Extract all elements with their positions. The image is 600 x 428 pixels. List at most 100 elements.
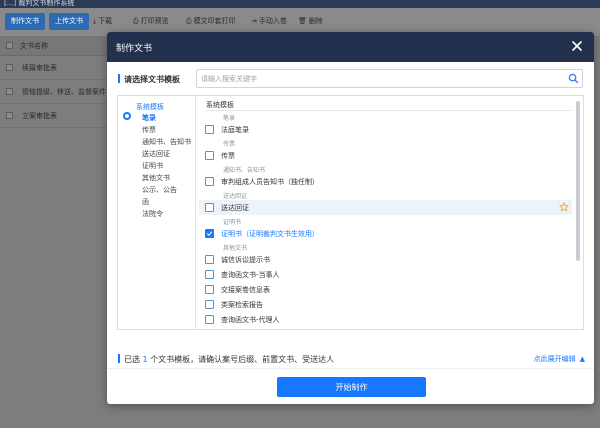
close-icon[interactable] bbox=[569, 38, 585, 54]
group-label: 送达回证 bbox=[223, 193, 248, 200]
tree-item-bilu[interactable]: 笔录 bbox=[142, 113, 156, 123]
expand-edit-link[interactable]: 点此展开编辑 ▲ bbox=[534, 354, 585, 364]
delete-button[interactable]: 🗑 删除 bbox=[298, 14, 323, 29]
tree-item-letter[interactable]: 函 bbox=[142, 197, 149, 207]
tree-root-system[interactable]: 系统模板 bbox=[136, 102, 164, 112]
tree-item-court-order[interactable]: 法院令 bbox=[142, 209, 163, 219]
check-icon bbox=[206, 231, 213, 236]
search-icon[interactable] bbox=[568, 73, 579, 84]
table-header-name: 文书名称 bbox=[20, 42, 48, 50]
selection-summary: 已选 1 个文书模板，请确认案号后缀、前置文书、受送达人 bbox=[118, 354, 334, 365]
template-label: 诚信诉讼提示书 bbox=[221, 256, 270, 264]
template-item[interactable]: 法庭笔录 bbox=[199, 122, 572, 137]
group-label: 通知书、告知书 bbox=[223, 167, 266, 174]
printer-icon: ⎙ bbox=[186, 17, 192, 25]
template-label: 证明书（证明裁判文书生效用） bbox=[221, 230, 319, 238]
template-label: 传票 bbox=[221, 152, 235, 160]
summary-suffix: 个文书模板，请确认案号后缀、前置文书、受送达人 bbox=[150, 355, 335, 364]
list-heading: 系统模板 bbox=[206, 101, 234, 109]
search-box[interactable] bbox=[196, 69, 583, 88]
tree-item-delivery[interactable]: 送达回证 bbox=[142, 149, 170, 159]
template-item[interactable]: 诚信诉讼提示书 bbox=[199, 252, 572, 267]
selected-count: 1 bbox=[142, 355, 148, 364]
app-title-bar: [...] 裁判文书制作系统 bbox=[0, 0, 600, 8]
row-checkbox[interactable] bbox=[6, 88, 13, 95]
template-tree: 系统模板 笔录 传票 通知书、告知书 送达回证 证明书 其他文书 公示、公告 函… bbox=[118, 96, 196, 329]
caret-up-icon: ▲ bbox=[579, 355, 585, 363]
group-label: 传票 bbox=[223, 141, 236, 148]
printer-icon: ⎙ bbox=[133, 17, 139, 25]
row-checkbox[interactable] bbox=[6, 64, 13, 71]
tree-item-announcement[interactable]: 公示、公告 bbox=[142, 185, 177, 195]
template-item[interactable]: 查询函文书-当事人 bbox=[199, 267, 572, 282]
template-item[interactable]: 交接案卷信息表 bbox=[199, 282, 572, 297]
template-checkbox[interactable] bbox=[205, 300, 214, 309]
template-item[interactable]: 类案检索报告 bbox=[199, 297, 572, 312]
import-icon: ⇥ bbox=[251, 17, 257, 25]
tree-item-certificate[interactable]: 证明书 bbox=[142, 161, 163, 171]
dialog-title: 制作文书 bbox=[116, 44, 153, 54]
divider bbox=[107, 368, 594, 369]
template-checkbox[interactable] bbox=[205, 255, 214, 264]
template-panel: 系统模板 笔录 传票 通知书、告知书 送达回证 证明书 其他文书 公示、公告 函… bbox=[117, 95, 584, 330]
select-all-checkbox[interactable] bbox=[6, 42, 13, 49]
template-checkbox[interactable] bbox=[205, 315, 214, 324]
group-label: 证明书 bbox=[223, 219, 242, 226]
template-checkbox[interactable] bbox=[205, 270, 214, 279]
row-checkbox[interactable] bbox=[6, 112, 13, 119]
select-template-label: 请选择文书模板 bbox=[118, 74, 180, 85]
template-label: 查询函文书-代理人 bbox=[221, 316, 280, 324]
search-input[interactable] bbox=[201, 72, 561, 86]
select-template-text: 请选择文书模板 bbox=[124, 75, 180, 84]
template-checkbox[interactable] bbox=[205, 125, 214, 134]
tree-item-notice[interactable]: 通知书、告知书 bbox=[142, 137, 191, 147]
template-list: 系统模板 笔录 法庭笔录 传票 传票 通知书、告知书 审判组成人员告知书（独任制… bbox=[197, 96, 583, 329]
template-label: 类案检索报告 bbox=[221, 301, 263, 309]
template-label: 交接案卷信息表 bbox=[221, 286, 270, 294]
star-icon[interactable] bbox=[559, 202, 569, 212]
manual-store-button[interactable]: ⇥ 手动入卷 bbox=[251, 14, 287, 29]
template-item[interactable]: 送达回证 bbox=[199, 200, 572, 215]
start-make-button[interactable]: 开始制作 bbox=[277, 377, 426, 397]
group-label: 笔录 bbox=[223, 115, 236, 122]
tree-item-other[interactable]: 其他文书 bbox=[142, 173, 170, 183]
table-row[interactable]: 续篇审批表 bbox=[0, 56, 110, 80]
template-checkbox[interactable] bbox=[205, 229, 214, 238]
list-scrollbar[interactable] bbox=[575, 99, 581, 327]
template-label: 送达回证 bbox=[221, 204, 249, 212]
table-header: 文书名称 bbox=[0, 36, 110, 56]
print-setting-label: 模文印套打印 bbox=[193, 17, 236, 25]
template-item[interactable]: 传票 bbox=[199, 148, 572, 163]
template-label: 查询函文书-当事人 bbox=[221, 271, 280, 279]
section-marker bbox=[118, 74, 120, 83]
template-item[interactable]: 审判组成人员告知书（独任制） bbox=[199, 174, 572, 189]
make-doc-button[interactable]: 制作文书 bbox=[5, 13, 45, 30]
table-row[interactable]: 立案审批表 bbox=[0, 104, 110, 128]
template-item[interactable]: 查询函文书-代理人 bbox=[199, 312, 572, 327]
delete-label: 删除 bbox=[308, 17, 323, 25]
template-checkbox[interactable] bbox=[205, 285, 214, 294]
dialog-header: 制作文书 bbox=[107, 32, 594, 62]
download-button[interactable]: ⤓ 下载 bbox=[93, 14, 112, 29]
table-row[interactable]: 管辖提级、移送、监督案件 bbox=[0, 80, 110, 104]
table-cell-name: 管辖提级、移送、监督案件 bbox=[22, 88, 106, 96]
table-cell-name: 立案审批表 bbox=[22, 112, 57, 120]
scroll-thumb[interactable] bbox=[576, 101, 580, 261]
section-marker bbox=[118, 354, 120, 363]
manual-store-label: 手动入卷 bbox=[258, 17, 287, 25]
group-label: 其他文书 bbox=[223, 245, 248, 252]
print-preview-label: 打印预览 bbox=[140, 17, 169, 25]
app-title: [...] 裁判文书制作系统 bbox=[4, 0, 75, 7]
tree-item-chuanpiao[interactable]: 传票 bbox=[142, 125, 156, 135]
template-checkbox[interactable] bbox=[205, 151, 214, 160]
template-checkbox[interactable] bbox=[205, 203, 214, 212]
template-item[interactable]: 证明书（证明裁判文书生效用） bbox=[199, 226, 572, 241]
make-doc-dialog: 制作文书 请选择文书模板 系统模板 笔录 传票 通知书、告知书 送达回证 证明书… bbox=[107, 32, 594, 404]
template-label: 审判组成人员告知书（独任制） bbox=[221, 178, 319, 186]
print-preview-button[interactable]: ⎙ 打印预览 bbox=[133, 14, 169, 29]
template-checkbox[interactable] bbox=[205, 177, 214, 186]
print-setting-button[interactable]: ⎙ 模文印套打印 bbox=[186, 14, 236, 29]
upload-doc-button[interactable]: 上传文书 bbox=[49, 13, 89, 30]
expand-edit-label: 点此展开编辑 bbox=[533, 355, 576, 363]
trash-icon: 🗑 bbox=[298, 17, 307, 25]
